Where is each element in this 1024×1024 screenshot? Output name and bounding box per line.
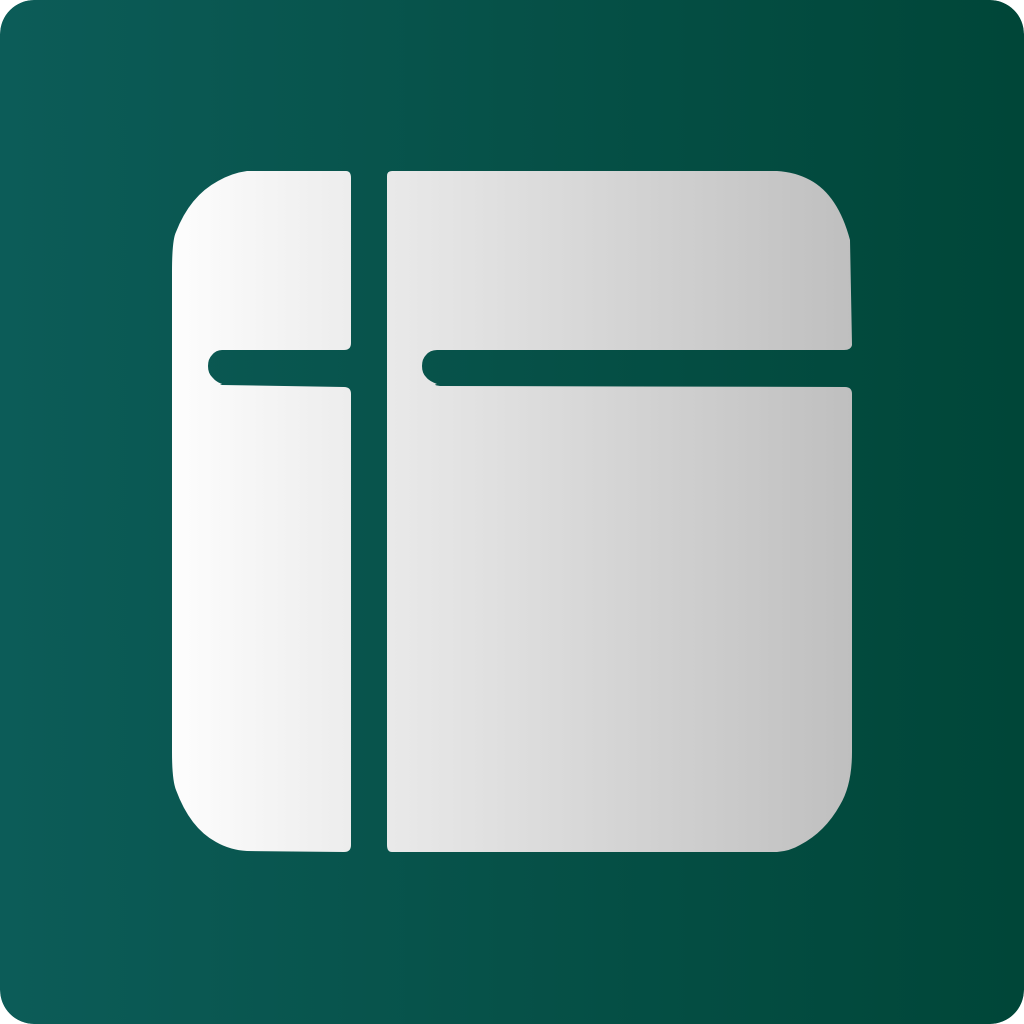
app-icon bbox=[0, 0, 1024, 1024]
sidebar-bottom-panel bbox=[172, 383, 351, 852]
layout-sidebar-icon bbox=[0, 0, 1024, 1024]
content-panel bbox=[387, 384, 852, 852]
